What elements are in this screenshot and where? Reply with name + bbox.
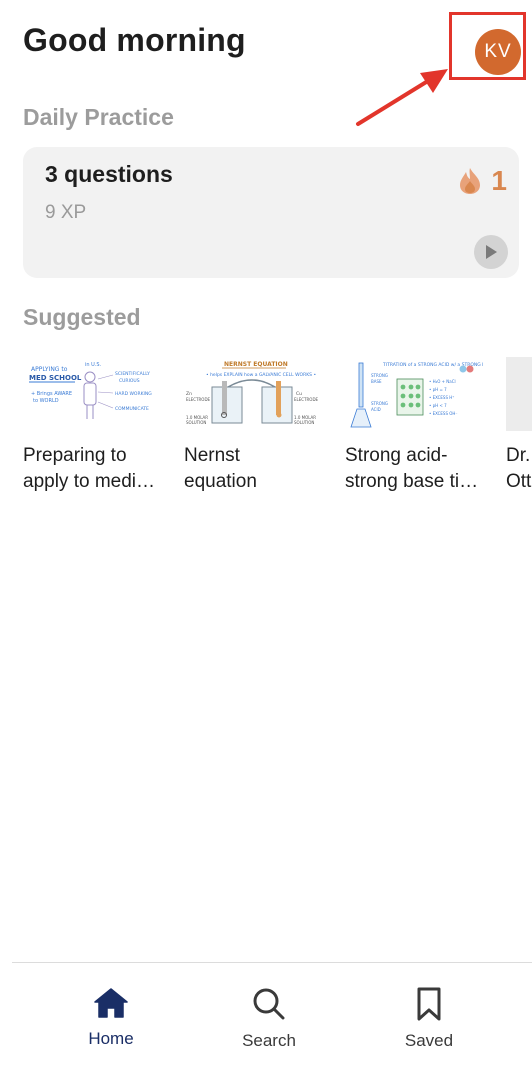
suggested-card-title-line1: Preparing to [23, 445, 127, 466]
tab-home-label: Home [88, 1029, 134, 1048]
svg-text:CURIOUS: CURIOUS [119, 378, 140, 384]
suggested-card-title-line1: Strong acid- [345, 445, 448, 466]
tab-search[interactable]: Search [214, 987, 324, 1051]
tab-home[interactable]: Home [56, 987, 166, 1049]
greeting-title: Good morning [23, 22, 246, 58]
svg-text:SOLUTION: SOLUTION [186, 420, 206, 425]
svg-text:BASE: BASE [371, 379, 382, 384]
suggested-card-title: Preparing to apply to medi… [23, 443, 163, 495]
daily-practice-card[interactable]: 3 questions 9 XP 1 [23, 147, 519, 278]
svg-text:APPLYING to: APPLYING to [31, 366, 68, 373]
tab-saved-label: Saved [404, 1031, 454, 1050]
svg-text:• EXCESS H⁺: • EXCESS H⁺ [429, 395, 454, 400]
svg-text:COMMUNICATE: COMMUNICATE [115, 406, 149, 412]
suggested-title: Suggested [23, 304, 141, 330]
svg-text:• EXCESS OH⁻: • EXCESS OH⁻ [429, 411, 458, 416]
search-icon [253, 988, 285, 1020]
svg-text:in U.S.: in U.S. [85, 362, 102, 368]
svg-text:+ Brings AWARE: + Brings AWARE [31, 391, 72, 397]
suggested-card-title: Strong acid- strong base ti… [345, 443, 485, 495]
streak-indicator: 1 [459, 165, 507, 197]
suggested-card[interactable]: APPLYING to MED SCHOOL + Brings AWARE to… [23, 357, 163, 495]
svg-text:STRONG: STRONG [371, 401, 388, 406]
bottom-tab-bar: Home Search Saved [0, 963, 532, 1074]
svg-text:ACID: ACID [371, 407, 381, 412]
daily-practice-title: Daily Practice [23, 104, 174, 130]
practice-question-count: 3 questions [45, 161, 173, 187]
suggested-carousel[interactable]: APPLYING to MED SCHOOL + Brings AWARE to… [23, 357, 532, 497]
svg-text:• helps EXPLAIN how a GALVANIC: • helps EXPLAIN how a GALVANIC CELL WORK… [206, 372, 316, 378]
suggested-card-title: Dr. Ott [506, 443, 532, 495]
suggested-card-title-line2: strong base ti… [345, 471, 479, 492]
svg-text:• pH < 7: • pH < 7 [429, 403, 447, 408]
nernst-equation-thumbnail: NERNST EQUATION • helps EXPLAIN how a GA… [184, 357, 322, 431]
svg-text:• H₂O + NaCl: • H₂O + NaCl [429, 379, 456, 384]
svg-text:ELECTRODE: ELECTRODE [186, 397, 211, 402]
svg-text:MED SCHOOL: MED SCHOOL [29, 374, 82, 382]
applying-med-school-thumbnail: APPLYING to MED SCHOOL + Brings AWARE to… [23, 357, 161, 431]
suggested-card-title-line2: apply to medi… [23, 471, 156, 492]
suggested-card-title-line2: Ott [506, 471, 532, 492]
streak-count: 1 [491, 165, 507, 196]
avatar[interactable]: KV [475, 29, 521, 75]
suggested-card-title: Nernst equation [184, 443, 324, 495]
avatar-initials: KV [484, 41, 512, 62]
svg-text:SCIENTIFICALLY: SCIENTIFICALLY [115, 371, 150, 377]
bookmark-icon [417, 987, 441, 1021]
svg-text:• pH = 7: • pH = 7 [429, 387, 447, 392]
svg-text:ELECTRODE: ELECTRODE [294, 397, 319, 402]
suggested-card[interactable]: NERNST EQUATION • helps EXPLAIN how a GA… [184, 357, 324, 495]
suggested-card-title-line2: equation [184, 471, 257, 492]
tab-saved[interactable]: Saved [374, 987, 484, 1051]
tab-search-label: Search [242, 1031, 296, 1050]
avatar-highlight-box: KV [449, 12, 526, 80]
svg-text:HARD WORKING: HARD WORKING [115, 391, 152, 397]
svg-text:STRONG: STRONG [371, 373, 388, 378]
annotation-arrow-icon [356, 69, 448, 126]
flame-icon [460, 168, 481, 194]
suggested-card-title-line1: Nernst [184, 445, 240, 466]
suggested-card[interactable]: TITRATION of a STRONG ACID w/ a STRONG B… [345, 357, 485, 495]
practice-xp: 9 XP [45, 202, 87, 223]
suggested-card[interactable]: Dr. Ott [506, 357, 532, 495]
play-button[interactable] [474, 235, 508, 269]
partial-thumbnail [506, 357, 532, 431]
home-icon [94, 988, 128, 1018]
titration-thumbnail: TITRATION of a STRONG ACID w/ a STRONG B… [345, 357, 483, 431]
svg-text:SOLUTION: SOLUTION [294, 420, 314, 425]
svg-text:to WORLD: to WORLD [33, 398, 59, 404]
header: Good morning KV [0, 0, 532, 126]
play-icon [486, 245, 497, 259]
svg-text:NERNST EQUATION: NERNST EQUATION [224, 361, 288, 368]
suggested-card-title-line1: Dr. [506, 445, 531, 466]
